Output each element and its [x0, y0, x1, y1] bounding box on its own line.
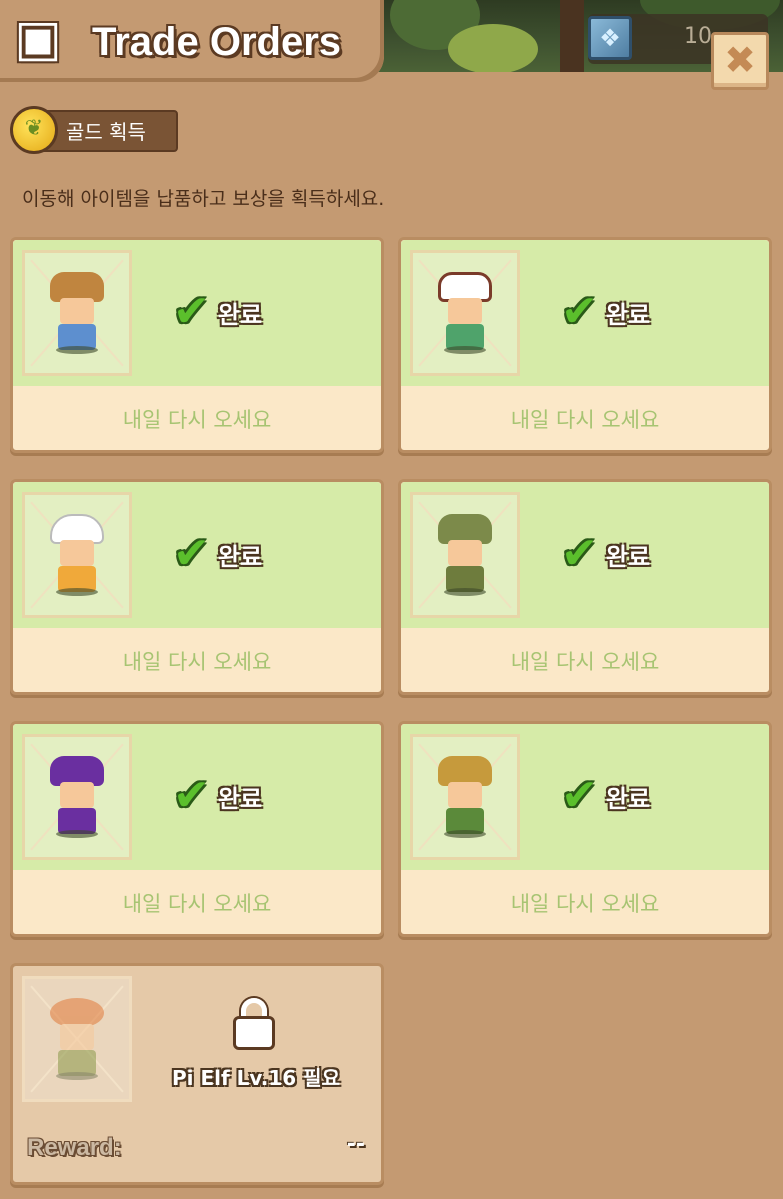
check-icon: ✔: [173, 770, 210, 821]
farmer-character-icon: [46, 272, 108, 354]
status-label: 완료: [605, 542, 651, 571]
order-card-wizard[interactable]: ✔ 완료 내일 다시 오세요: [10, 721, 384, 937]
character-portrait: [22, 250, 132, 376]
comeback-message: 내일 다시 오세요: [122, 408, 272, 432]
comeback-message: 내일 다시 오세요: [510, 892, 660, 916]
order-card-chef[interactable]: ✔ 완료 내일 다시 오세요: [10, 479, 384, 695]
character-portrait: [22, 976, 132, 1102]
gold-label: 골드 획득: [66, 120, 146, 144]
check-icon: ✔: [561, 770, 598, 821]
order-card-farmer[interactable]: ✔ 완료 내일 다시 오세요: [10, 237, 384, 453]
tree-trunk: [560, 0, 584, 72]
box-icon: ▣: [14, 9, 62, 67]
check-icon: ✔: [561, 286, 598, 337]
status-label: 완료: [217, 300, 263, 329]
check-icon: ✔: [173, 528, 210, 579]
locked-order-card: Pi Elf Lv.16 필요 Reward: --: [10, 963, 384, 1185]
comeback-message: 내일 다시 오세요: [510, 408, 660, 432]
status-label: 완료: [217, 542, 263, 571]
check-icon: ✔: [561, 528, 598, 579]
order-status: ✔ 완료: [561, 532, 650, 576]
character-portrait: [410, 492, 520, 618]
character-portrait: [22, 492, 132, 618]
leaf-gem-icon: ❖: [588, 16, 632, 60]
order-card-soldier[interactable]: ✔ 완료 내일 다시 오세요: [398, 479, 772, 695]
order-card-miner[interactable]: ✔ 완료 내일 다시 오세요: [398, 721, 772, 937]
pi-elf-character-icon: [46, 998, 108, 1080]
character-portrait: [22, 734, 132, 860]
flower-bush: [448, 24, 538, 72]
comeback-message: 내일 다시 오세요: [122, 650, 272, 674]
reward-value: --: [346, 1132, 365, 1157]
character-portrait: [410, 734, 520, 860]
status-label: 완료: [605, 784, 651, 813]
page-title: Trade Orders: [92, 20, 342, 64]
miner-character-icon: [434, 756, 496, 838]
wizard-character-icon: [46, 756, 108, 838]
order-status: ✔ 완료: [561, 290, 650, 334]
reward-label: Reward:: [27, 1134, 122, 1161]
close-button[interactable]: ✖: [711, 32, 769, 90]
order-status: ✔ 완료: [173, 774, 262, 818]
soldier-character-icon: [434, 514, 496, 596]
order-status: ✔ 완료: [561, 774, 650, 818]
check-icon: ✔: [173, 286, 210, 337]
comeback-message: 내일 다시 오세요: [122, 892, 272, 916]
lock-icon: [233, 998, 275, 1050]
status-label: 완료: [217, 784, 263, 813]
resource-counter-value: 10: [684, 24, 712, 49]
description-text: 이동해 아이템을 납품하고 보상을 획득하세요.: [22, 188, 385, 210]
chef-character-icon: [46, 514, 108, 596]
leaf-coin-icon: ❦: [10, 106, 58, 154]
comeback-message: 내일 다시 오세요: [510, 650, 660, 674]
order-status: ✔ 완료: [173, 290, 262, 334]
order-status: ✔ 완료: [173, 532, 262, 576]
unlock-requirement: Pi Elf Lv.16 필요: [171, 1066, 340, 1090]
aviator-character-icon: [434, 272, 496, 354]
character-portrait: [410, 250, 520, 376]
order-card-aviator[interactable]: ✔ 완료 내일 다시 오세요: [398, 237, 772, 453]
status-label: 완료: [605, 300, 651, 329]
